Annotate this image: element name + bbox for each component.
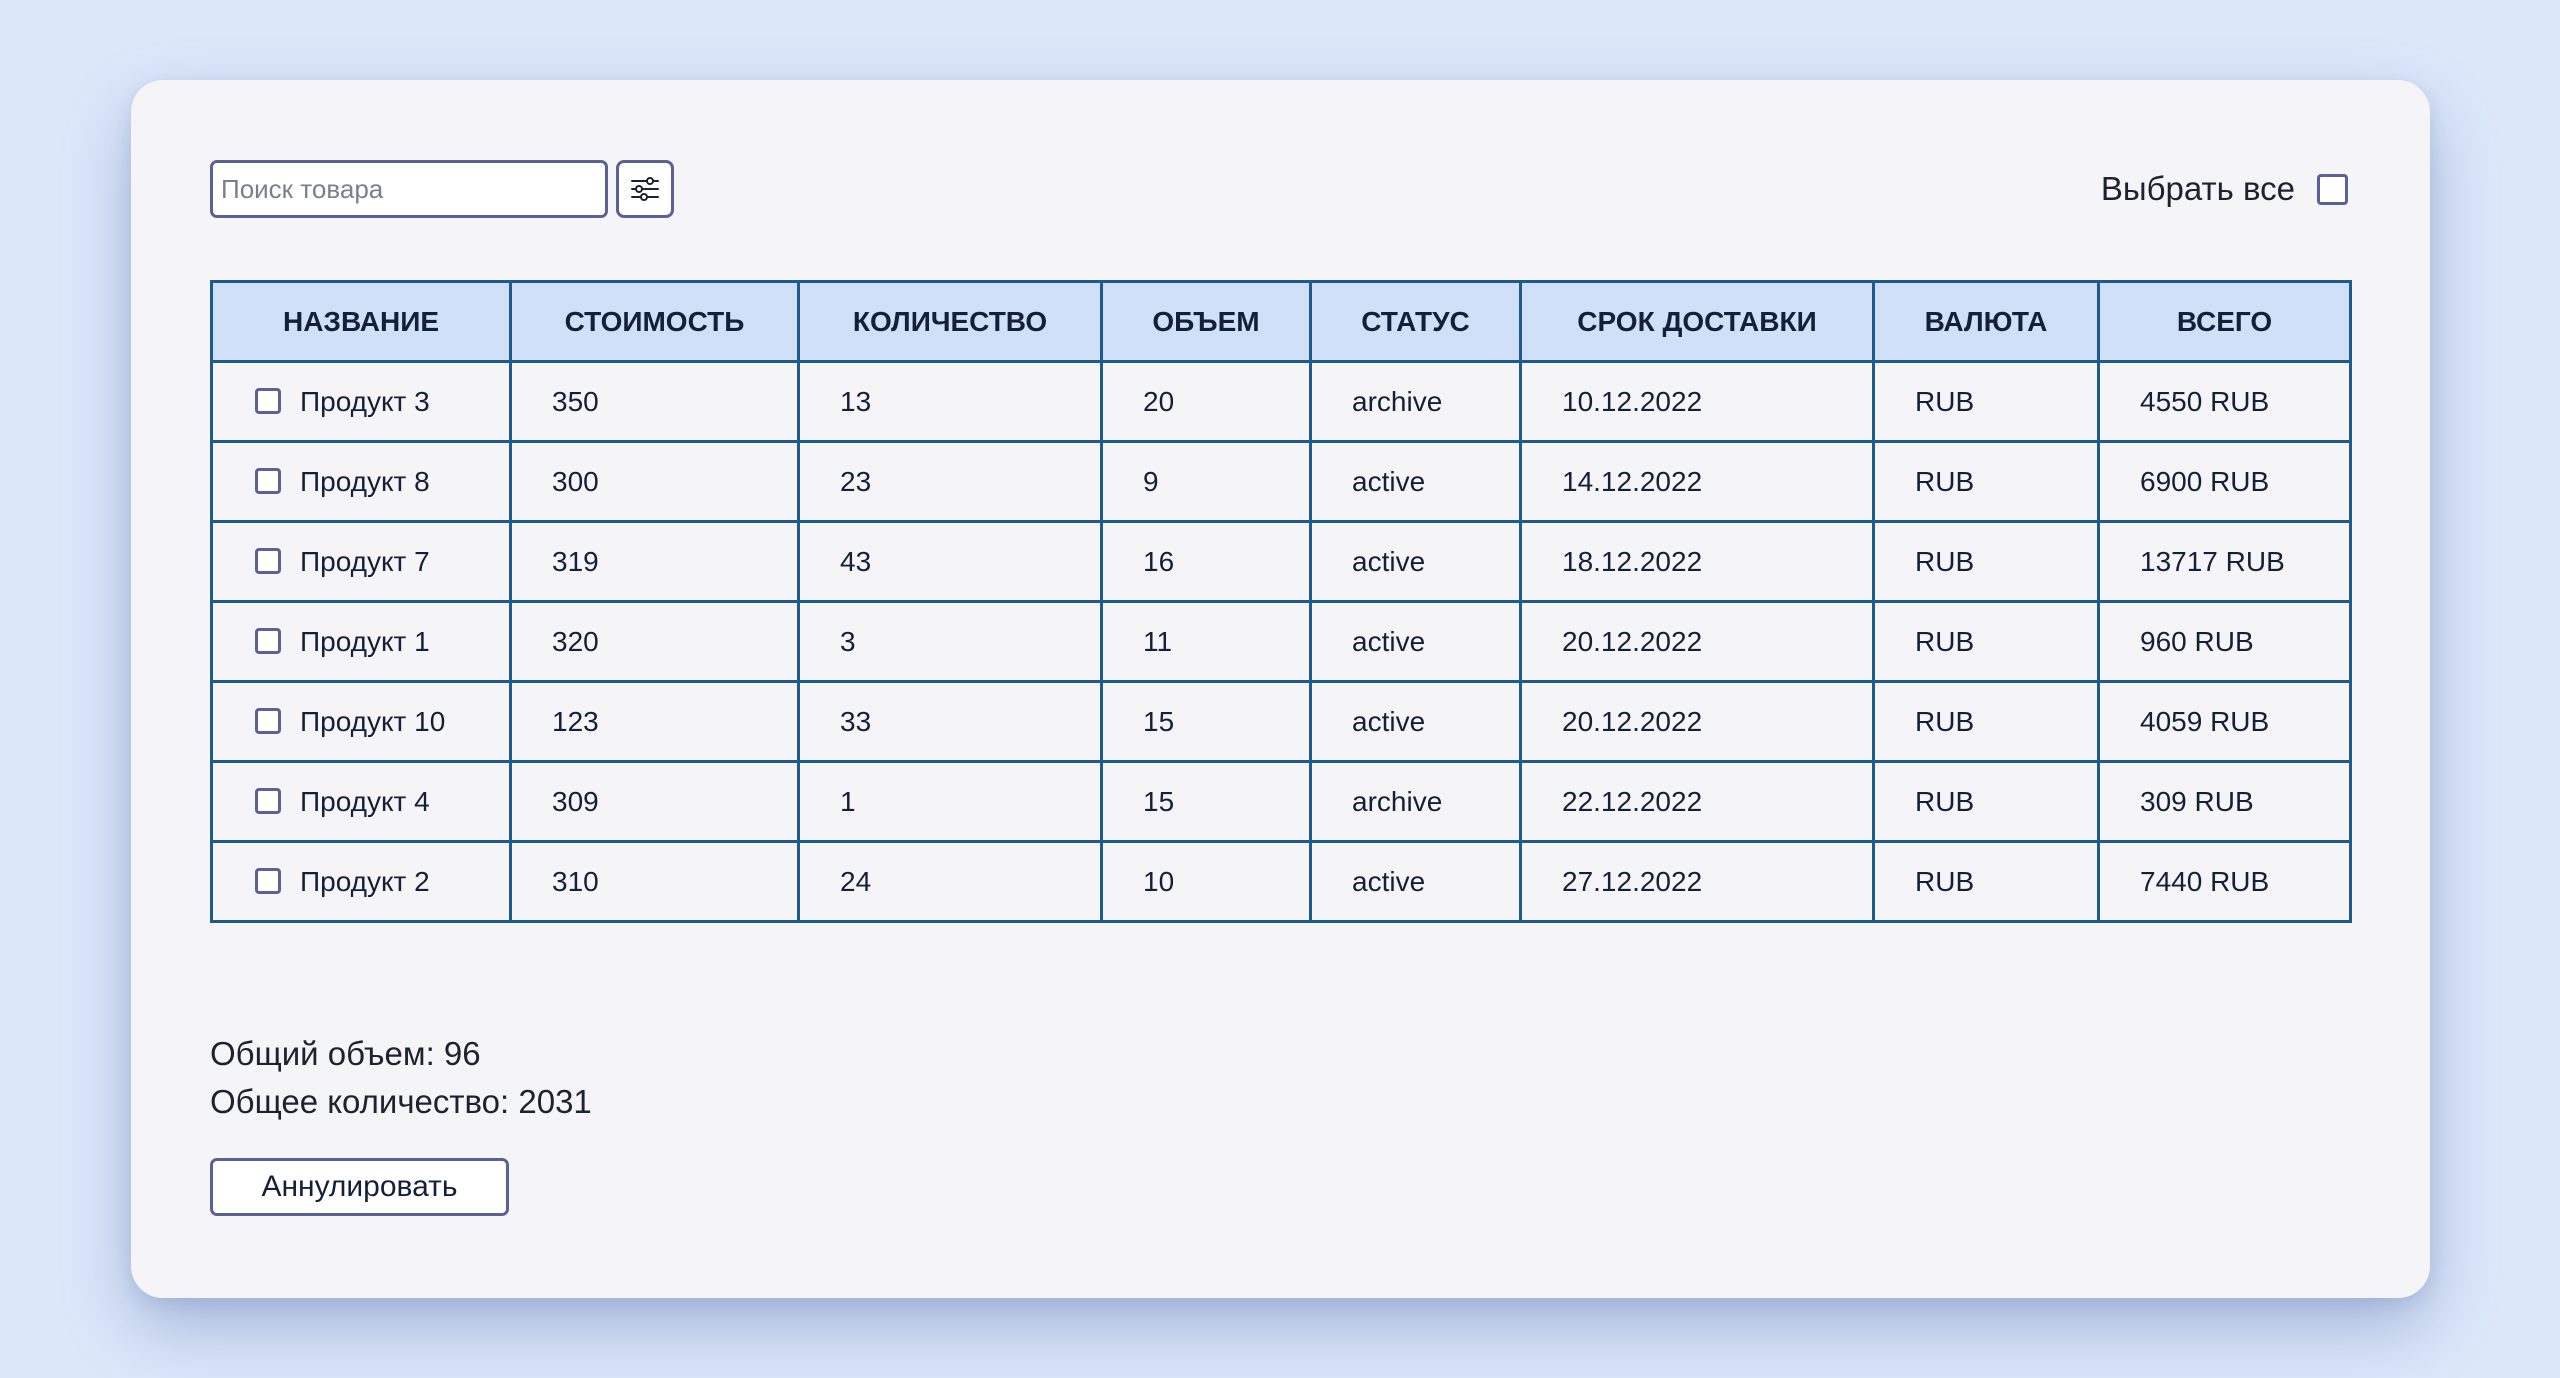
volume-cell: 15 [1100,680,1312,763]
table-row[interactable]: Продукт 10 123 33 15 active 20.12.2022 R… [210,680,2352,763]
summary: Общий объем: 96 Общее количество: 2031 [210,1030,592,1126]
toolbar: Выбрать все [210,160,2348,220]
column-header-delivery[interactable]: СРОК ДОСТАВКИ [1519,280,1875,363]
select-all-checkbox[interactable] [2317,173,2348,205]
price-cell: 350 [509,360,800,443]
column-header-quantity[interactable]: КОЛИЧЕСТВО [797,280,1103,363]
quantity-cell: 23 [797,440,1103,523]
quantity-cell: 13 [797,360,1103,443]
delivery-cell: 20.12.2022 [1519,680,1875,763]
name-cell: Продукт 4 [210,760,512,843]
table-row[interactable]: Продукт 2 310 24 10 active 27.12.2022 RU… [210,840,2352,923]
row-checkbox[interactable] [255,547,281,574]
column-header-currency[interactable]: ВАЛЮТА [1872,280,2100,363]
currency-cell: RUB [1872,360,2100,443]
status-cell: active [1309,600,1522,683]
column-header-volume[interactable]: ОБЪЕМ [1100,280,1312,363]
currency-cell: RUB [1872,600,2100,683]
delivery-cell: 10.12.2022 [1519,360,1875,443]
product-name: Продукт 1 [300,625,430,657]
column-header-name[interactable]: НАЗВАНИЕ [210,280,512,363]
quantity-cell: 3 [797,600,1103,683]
table-row[interactable]: Продукт 1 320 3 11 active 20.12.2022 RUB… [210,600,2352,683]
row-checkbox[interactable] [255,707,281,734]
delivery-cell: 22.12.2022 [1519,760,1875,843]
product-name: Продукт 4 [300,785,430,817]
table-row[interactable]: Продукт 8 300 23 9 active 14.12.2022 RUB… [210,440,2352,523]
product-name: Продукт 2 [300,865,430,897]
column-header-price[interactable]: СТОИМОСТЬ [509,280,800,363]
currency-cell: RUB [1872,760,2100,843]
status-cell: archive [1309,360,1522,443]
volume-cell: 9 [1100,440,1312,523]
volume-cell: 16 [1100,520,1312,603]
row-checkbox[interactable] [255,627,281,654]
volume-cell: 11 [1100,600,1312,683]
filter-button[interactable] [616,160,674,218]
quantity-cell: 1 [797,760,1103,843]
volume-cell: 10 [1100,840,1312,923]
sliders-icon [631,177,659,201]
delivery-cell: 18.12.2022 [1519,520,1875,603]
product-name: Продукт 3 [300,385,430,417]
name-cell: Продукт 7 [210,520,512,603]
total-volume: Общий объем: 96 [210,1035,481,1072]
status-cell: active [1309,440,1522,523]
products-table: НАЗВАНИЕ СТОИМОСТЬ КОЛИЧЕСТВО ОБЪЕМ СТАТ… [210,280,2352,923]
quantity-cell: 33 [797,680,1103,763]
product-name: Продукт 10 [300,705,446,737]
row-checkbox[interactable] [255,467,281,494]
total-cell: 4059 RUB [2097,680,2352,763]
cancel-button[interactable]: Аннулировать [210,1158,509,1216]
table-row[interactable]: Продукт 4 309 1 15 archive 22.12.2022 RU… [210,760,2352,843]
price-cell: 319 [509,520,800,603]
search-input[interactable] [210,160,608,218]
currency-cell: RUB [1872,680,2100,763]
quantity-cell: 24 [797,840,1103,923]
total-cell: 4550 RUB [2097,360,2352,443]
price-cell: 300 [509,440,800,523]
table-row[interactable]: Продукт 7 319 43 16 active 18.12.2022 RU… [210,520,2352,603]
name-cell: Продукт 2 [210,840,512,923]
status-cell: archive [1309,760,1522,843]
name-cell: Продукт 8 [210,440,512,523]
product-name: Продукт 7 [300,545,430,577]
currency-cell: RUB [1872,840,2100,923]
total-cell: 309 RUB [2097,760,2352,843]
price-cell: 310 [509,840,800,923]
currency-cell: RUB [1872,440,2100,523]
table-row[interactable]: Продукт 3 350 13 20 archive 10.12.2022 R… [210,360,2352,443]
total-cell: 6900 RUB [2097,440,2352,523]
status-cell: active [1309,520,1522,603]
currency-cell: RUB [1872,520,2100,603]
table-header-row: НАЗВАНИЕ СТОИМОСТЬ КОЛИЧЕСТВО ОБЪЕМ СТАТ… [210,280,2352,363]
price-cell: 309 [509,760,800,843]
status-cell: active [1309,840,1522,923]
price-cell: 123 [509,680,800,763]
name-cell: Продукт 10 [210,680,512,763]
name-cell: Продукт 1 [210,600,512,683]
volume-cell: 15 [1100,760,1312,843]
select-all: Выбрать все [2101,160,2348,218]
row-checkbox[interactable] [255,867,281,894]
status-cell: active [1309,680,1522,763]
row-checkbox[interactable] [255,787,281,814]
select-all-label: Выбрать все [2100,170,2295,207]
quantity-cell: 43 [797,520,1103,603]
total-cell: 7440 RUB [2097,840,2352,923]
delivery-cell: 14.12.2022 [1519,440,1875,523]
row-checkbox[interactable] [255,387,281,414]
column-header-status[interactable]: СТАТУС [1309,280,1522,363]
total-cell: 960 RUB [2097,600,2352,683]
column-header-total[interactable]: ВСЕГО [2097,280,2352,363]
delivery-cell: 20.12.2022 [1519,600,1875,683]
total-cell: 13717 RUB [2097,520,2352,603]
total-quantity: Общее количество: 2031 [210,1083,592,1120]
delivery-cell: 27.12.2022 [1519,840,1875,923]
product-name: Продукт 8 [300,465,430,497]
name-cell: Продукт 3 [210,360,512,443]
volume-cell: 20 [1100,360,1312,443]
price-cell: 320 [509,600,800,683]
